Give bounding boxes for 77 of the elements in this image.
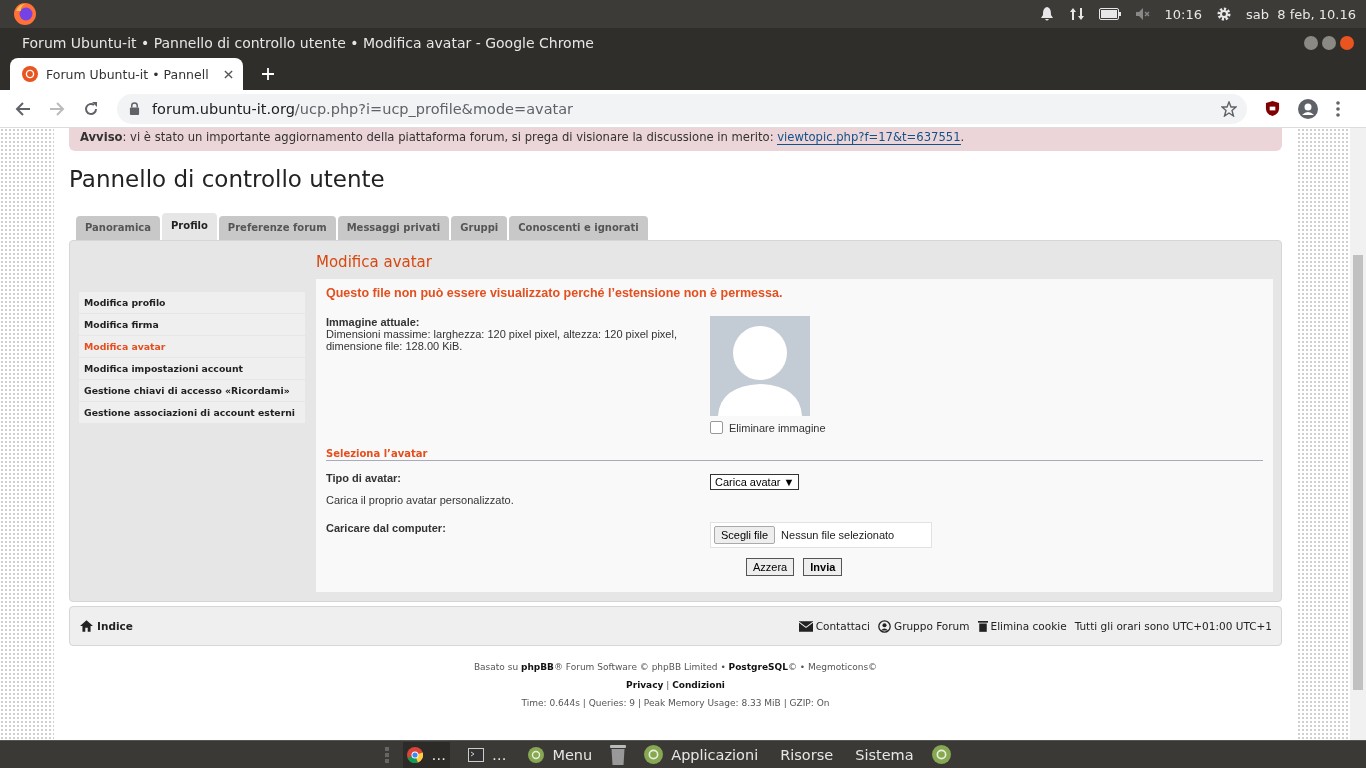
handle-icon [385, 746, 390, 763]
clock[interactable]: 10:16 [1164, 6, 1203, 22]
avatar-type-select[interactable]: Carica avatar ▼ [710, 474, 800, 490]
taskbar-item[interactable]: … [403, 741, 450, 768]
menu-button[interactable]: Risorse [776, 741, 838, 768]
envelope-icon [798, 620, 813, 632]
star-icon[interactable] [1221, 100, 1237, 117]
privacy-link[interactable]: Privacy [626, 680, 664, 690]
back-icon[interactable] [15, 100, 31, 117]
sidebar-item[interactable]: Gestione chiavi di accesso «Ricordami» [79, 380, 305, 401]
field-description: Dimensioni massime: larghezza: 120 pixel pixel, altezza: 120 pixel pixel, dimensione file: 128.00 KiB. [326, 328, 678, 352]
reset-button[interactable]: Azzera [746, 558, 795, 576]
tab[interactable]: Gruppi [451, 216, 508, 240]
notice-text: Avviso: vi è stato un importante aggiornamento della piattaforma forum, si prega di visionare la discussione in merito: viewtopic.php?f=17&t=637551. [80, 130, 965, 145]
subsection-heading: Seleziona l’avatar [326, 448, 1263, 461]
maximize-button[interactable] [1322, 36, 1336, 50]
trash-icon [977, 620, 988, 632]
user-icon [878, 619, 891, 633]
browser-tab[interactable]: Forum Ubuntu-it • Pannell [10, 58, 243, 90]
menu-button[interactable]: Sistema [851, 741, 918, 768]
field-label: Tipo di avatar: [326, 472, 402, 484]
footer-link[interactable]: Contattaci [798, 620, 870, 632]
shield-icon[interactable] [1265, 100, 1280, 117]
stats-text: Time: 0.644s | Queries: 9 | Peak Memory Usage: 8.33 MiB | GZIP: On [520, 697, 831, 710]
section-title: Modifica avatar [316, 253, 433, 271]
checkbox[interactable] [710, 421, 723, 434]
gear-icon[interactable] [1216, 6, 1233, 22]
close-button[interactable] [1340, 36, 1354, 50]
field-label: Immagine attuale: [326, 316, 421, 328]
bell-icon[interactable] [1038, 6, 1055, 22]
sidebar-item[interactable]: Modifica profilo [79, 292, 305, 313]
taskbar-item[interactable]: … [463, 741, 511, 768]
separator: | [666, 680, 670, 690]
muted-speaker-icon[interactable] [1134, 6, 1151, 22]
terminal-icon [467, 747, 484, 762]
tab[interactable]: Conoscenti e ignorati [509, 216, 648, 240]
avatar-placeholder-icon [710, 316, 810, 416]
tab-title: Forum Ubuntu-it • Pannell [46, 66, 210, 82]
terms-link[interactable]: Condizioni [672, 680, 725, 690]
footer-link[interactable]: Elimina cookie [977, 620, 1067, 632]
date-time[interactable]: sab 8 feb, 10.16 [1246, 6, 1356, 22]
chrome-icon [407, 746, 424, 763]
address-field[interactable]: forum.ubuntu-it.org/ucp.php?i=ucp_profile&mode=avatar [117, 93, 1247, 124]
tab[interactable]: Profilo [162, 213, 217, 240]
tab[interactable]: Preferenze forum [218, 216, 336, 240]
lock-icon [129, 102, 140, 115]
home-link[interactable]: Indice [80, 620, 133, 632]
menu-button[interactable]: Menu [524, 741, 597, 768]
scrollbar[interactable] [1350, 128, 1366, 740]
tab[interactable]: Panoramica [76, 216, 160, 240]
page-title: Pannello di controllo utente [69, 166, 386, 192]
credits-text: Basato su phpBB® Forum Software © phpBB Limited • PostgreSQL© • Megmoticons© [472, 661, 879, 674]
footer-link[interactable]: Gruppo Forum [878, 619, 970, 633]
field-label: Caricare dal computer: [326, 522, 447, 534]
home-icon [80, 620, 93, 632]
minimize-button[interactable] [1304, 36, 1318, 50]
menu-button[interactable]: Applicazioni [640, 741, 763, 768]
sidebar-item[interactable]: Modifica impostazioni account [79, 358, 305, 379]
network-icon[interactable] [1068, 6, 1085, 22]
trash-icon[interactable] [610, 743, 627, 766]
account-icon[interactable] [1298, 98, 1318, 119]
notice-link[interactable]: viewtopic.php?f=17&t=637551 [777, 130, 961, 145]
tab[interactable]: Messaggi privati [337, 216, 450, 240]
sidebar-item[interactable]: Gestione associazioni di account esterni [79, 402, 305, 423]
field-description: Carica il proprio avatar personalizzato. [326, 494, 515, 506]
close-tab-icon[interactable] [224, 69, 233, 79]
file-input[interactable]: Scegli file Nessun file selezionato [710, 522, 932, 548]
timezone-text: Tutti gli orari sono UTC+01:00 UTC+1 [1074, 620, 1272, 632]
battery-icon[interactable] [1098, 8, 1121, 20]
reload-icon[interactable] [83, 100, 99, 117]
error-message: Questo file non può essere visualizzato perché l’estensione non è permessa. [326, 286, 784, 300]
menu-icon[interactable] [1336, 100, 1340, 117]
submit-button[interactable]: Invia [803, 558, 843, 576]
sidebar-item[interactable]: Modifica firma [79, 314, 305, 335]
window-title: Forum Ubuntu-it • Pannello di controllo utente • Modifica avatar - Google Chrome [22, 35, 594, 51]
new-tab-icon[interactable] [261, 67, 275, 81]
checkbox-label[interactable]: Eliminare immagine [729, 421, 826, 434]
